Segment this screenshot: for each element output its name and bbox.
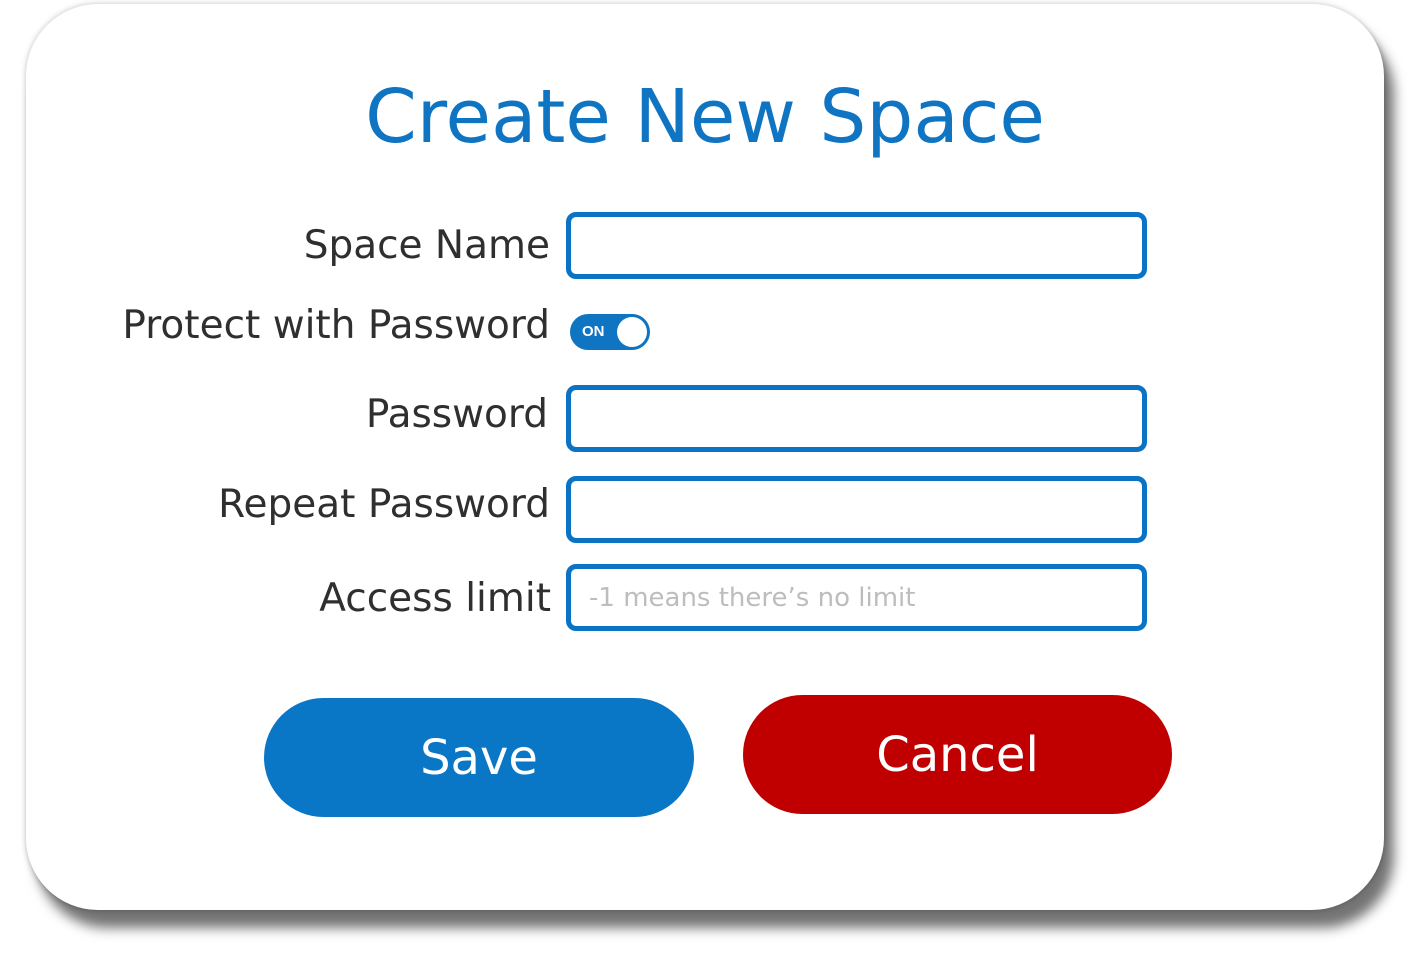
toggle-knob [617,317,647,347]
protect-with-password-label: Protect with Password [122,303,550,348]
access-limit-label: Access limit [319,576,551,621]
password-input[interactable] [566,385,1147,452]
save-button[interactable]: Save [264,698,694,817]
repeat-password-input[interactable] [566,476,1147,543]
space-name-input[interactable] [566,212,1147,279]
protect-with-password-toggle[interactable]: ON [570,314,650,350]
password-label: Password [365,392,548,437]
dialog-title: Create New Space [365,74,1045,160]
cancel-button[interactable]: Cancel [743,695,1172,814]
repeat-password-label: Repeat Password [218,482,550,527]
toggle-state-text: ON [582,323,605,340]
space-name-label: Space Name [303,223,550,268]
access-limit-input[interactable] [566,564,1147,631]
